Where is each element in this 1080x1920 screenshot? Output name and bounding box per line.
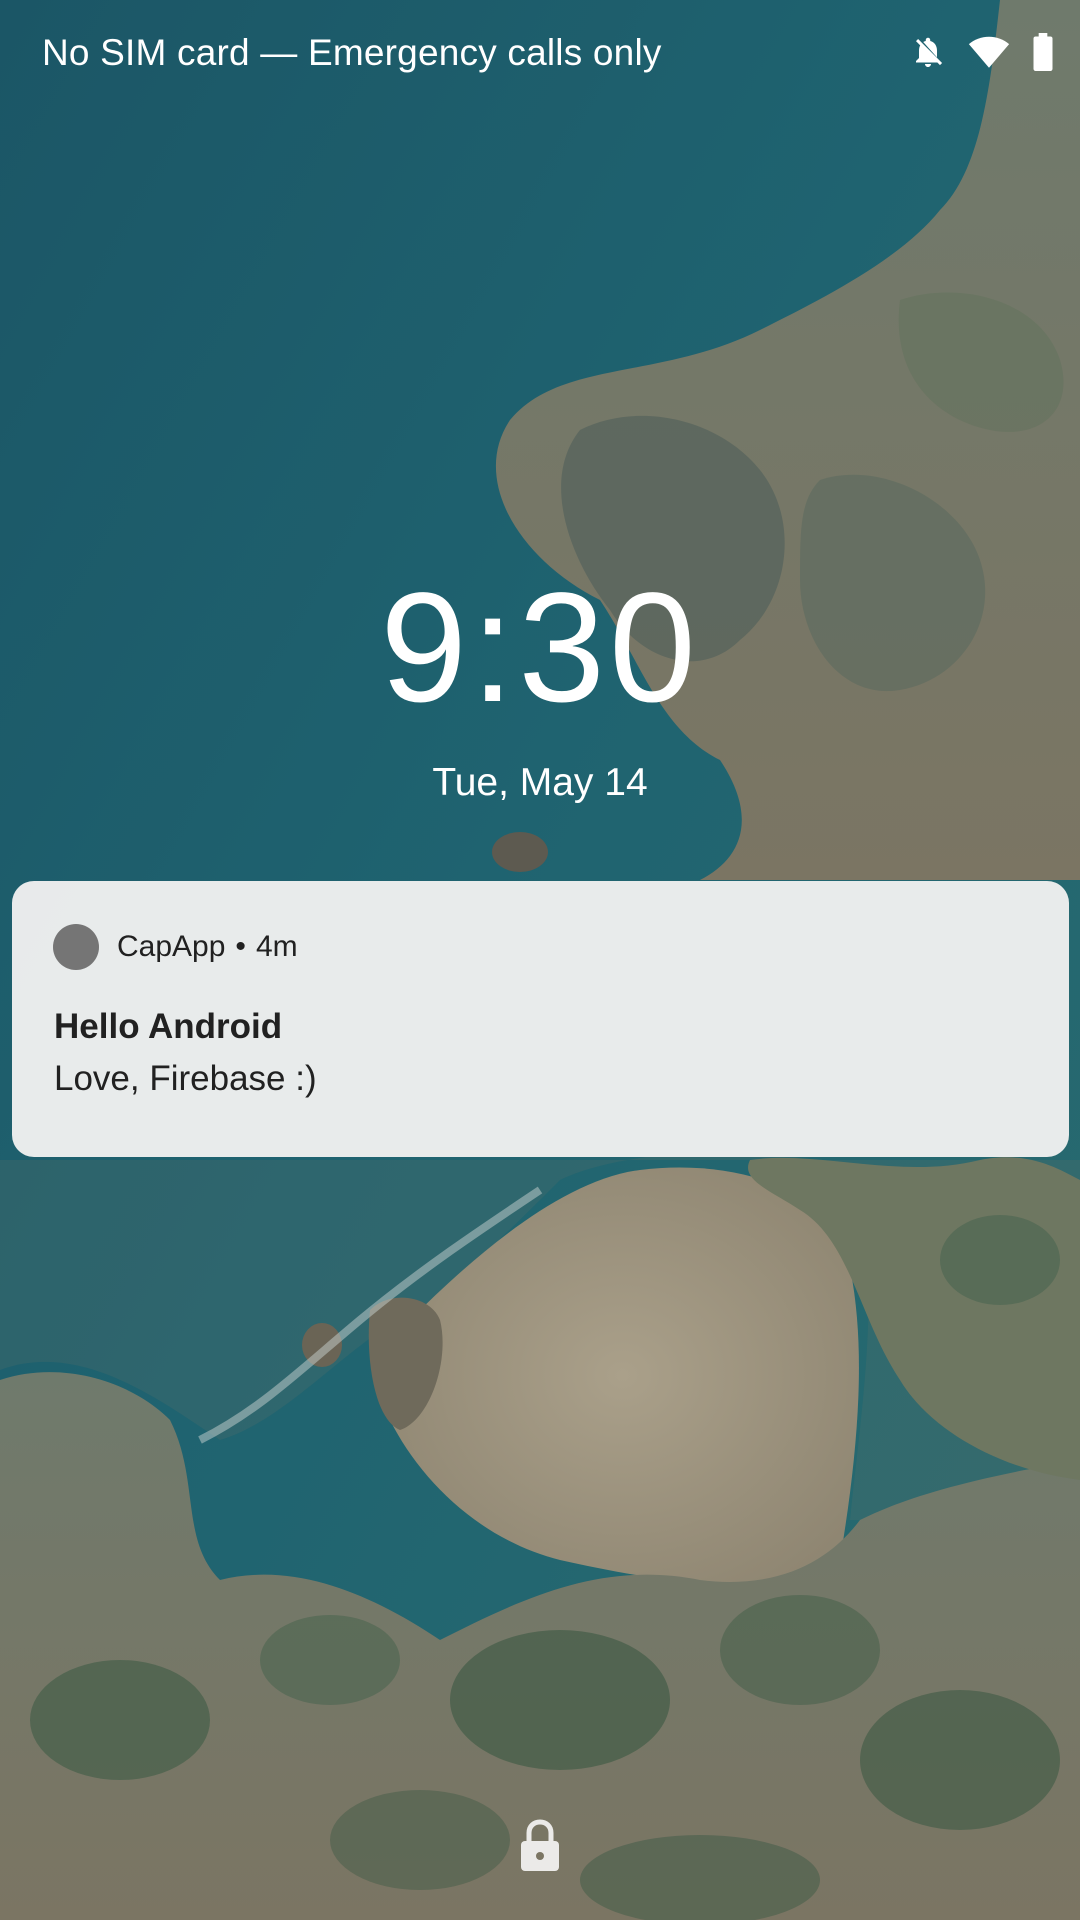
notifications-off-icon xyxy=(910,32,946,72)
wifi-icon xyxy=(968,34,1010,70)
notification-separator: • xyxy=(235,930,246,963)
status-icons xyxy=(910,32,1054,72)
notification-header: CapApp • 4m xyxy=(53,924,298,970)
lockscreen-clock: 9:30 xyxy=(380,561,700,735)
carrier-status-text: No SIM card — Emergency calls only xyxy=(42,32,662,73)
status-bar: No SIM card — Emergency calls only xyxy=(0,0,1080,110)
lock-icon[interactable] xyxy=(517,1817,563,1875)
notification-app-name: CapApp xyxy=(117,930,226,963)
notification-time: 4m xyxy=(255,930,298,963)
notification-card[interactable]: CapApp • 4m Hello Android Love, Firebase… xyxy=(12,881,1069,1157)
app-icon xyxy=(53,924,99,970)
lock-screen: No SIM card — Emergency calls only 9:30 xyxy=(0,0,1080,1920)
notification-text: Love, Firebase :) xyxy=(54,1059,317,1098)
notification-title: Hello Android xyxy=(54,1007,283,1046)
lockscreen-date: Tue, May 14 xyxy=(432,761,648,804)
battery-icon xyxy=(1032,33,1054,71)
